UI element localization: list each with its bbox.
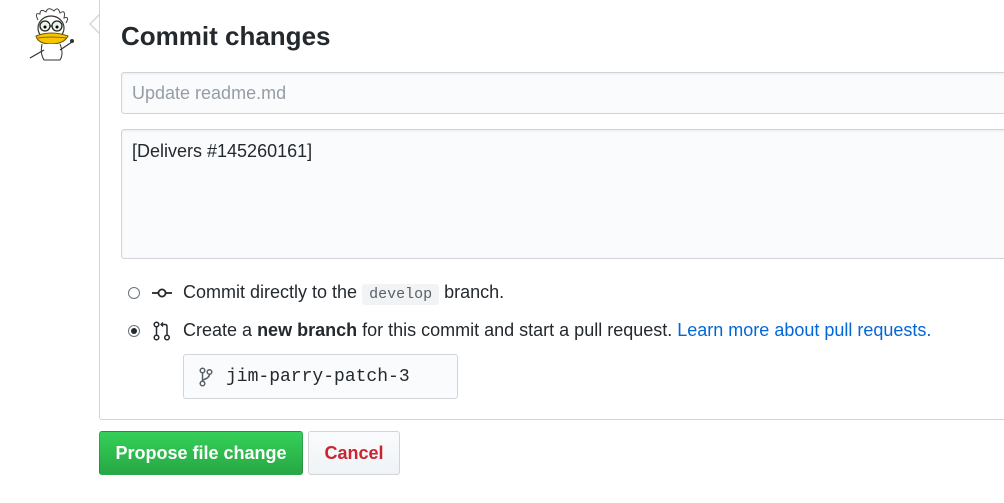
commit-direct-radio[interactable] (128, 287, 140, 299)
commit-summary-input[interactable] (121, 72, 1004, 114)
comment-caret (89, 14, 100, 34)
target-branch-code: develop (362, 284, 440, 305)
git-commit-icon (152, 288, 172, 298)
git-branch-icon (199, 367, 213, 387)
commit-direct-text-before: Commit directly to the (183, 282, 358, 302)
user-avatar[interactable] (24, 6, 80, 62)
git-pull-request-icon (153, 321, 171, 341)
commit-form-title: Commit changes (121, 21, 331, 51)
new-branch-label: Create a new branch for this commit and … (183, 318, 931, 342)
commit-direct-label: Commit directly to the develop branch. (183, 280, 504, 307)
commit-direct-text-after: branch. (444, 282, 505, 302)
new-branch-text-before: Create a (183, 320, 253, 340)
new-branch-emphasis: new branch (257, 320, 358, 340)
propose-file-change-button[interactable]: Propose file change (99, 431, 303, 475)
commit-description-textarea[interactable]: [Delivers #145260161] (121, 129, 1004, 259)
new-branch-radio[interactable] (128, 325, 140, 337)
learn-more-pull-requests-link[interactable]: Learn more about pull requests. (677, 320, 931, 340)
branch-name-input[interactable] (226, 363, 446, 391)
cancel-button[interactable]: Cancel (308, 431, 400, 475)
new-branch-text-after: for this commit and start a pull request… (362, 320, 673, 340)
new-branch-name-field[interactable] (183, 354, 458, 399)
